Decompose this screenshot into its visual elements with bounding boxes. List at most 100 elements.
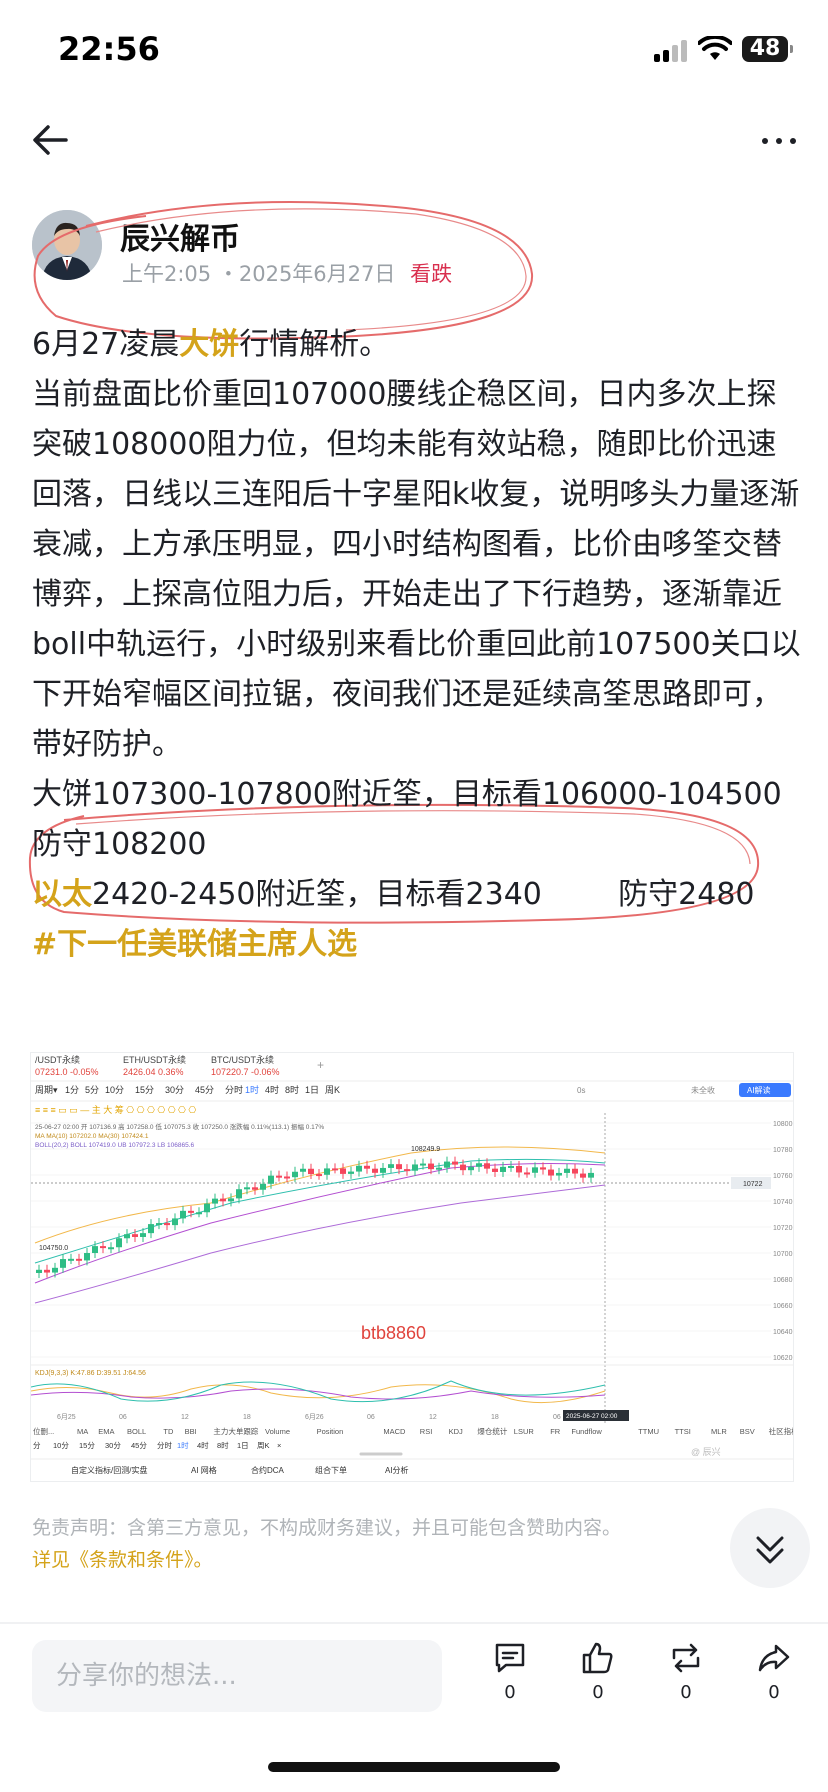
scroll-down-button[interactable]: [730, 1508, 810, 1588]
candle: [236, 1189, 242, 1199]
indicator-9: MACD: [383, 1427, 406, 1436]
price-tick-0: 10800: [773, 1121, 793, 1128]
high-price-label: 108249.9: [411, 1146, 440, 1153]
candle: [132, 1234, 138, 1237]
candle: [76, 1258, 82, 1261]
bottom-timeframe-10: 周K: [257, 1441, 270, 1450]
date-label-2: 12: [181, 1414, 189, 1421]
price-tick-9: 10620: [773, 1355, 793, 1362]
indicator-16: TTMU: [638, 1427, 659, 1436]
date-label-8: 06: [553, 1414, 561, 1421]
svg-text:≡ ≡ ≡ ▭ ▭ — 主 大 筹 ⎔ ⎔ ⎔ ⎔ ⎔ ⎔: ≡ ≡ ≡ ▭ ▭ — 主 大 筹 ⎔ ⎔ ⎔ ⎔ ⎔ ⎔ ⎔: [35, 1104, 196, 1115]
more-options-icon[interactable]: [760, 126, 800, 156]
comment-count: 0: [504, 1682, 516, 1703]
avatar-image: [32, 210, 102, 280]
timeframe-1: 1分: [65, 1085, 79, 1095]
candle: [516, 1165, 522, 1173]
date-label-6: 12: [429, 1414, 437, 1421]
indicator-10: RSI: [420, 1427, 433, 1436]
indicator-11: KDJ: [449, 1427, 463, 1436]
candle: [468, 1166, 474, 1171]
status-bar: 22:56 48: [0, 0, 828, 100]
indicator-13: LSUR: [514, 1427, 535, 1436]
date-label-1: 06: [119, 1414, 127, 1421]
candle: [324, 1168, 330, 1175]
candle: [252, 1187, 258, 1190]
candle: [188, 1210, 194, 1213]
home-indicator: [268, 1762, 560, 1772]
divider: [0, 1622, 828, 1624]
candle: [364, 1165, 370, 1169]
disclaimer-text: 免责声明：含第三方意见，不构成财务建议，并且可能包含赞助内容。: [32, 1517, 622, 1539]
bottom-timeframe-0: 分: [33, 1441, 41, 1450]
candle: [308, 1168, 314, 1175]
candle: [244, 1187, 250, 1190]
chart-tab-3-price: 107220.7 -0.06%: [211, 1067, 280, 1077]
price-tick-8: 10640: [773, 1329, 793, 1336]
author-name[interactable]: 辰兴解币: [120, 214, 240, 258]
battery-icon: 48: [742, 36, 793, 62]
indicator-14: FR: [550, 1427, 561, 1436]
timeframe-3: 10分: [105, 1085, 124, 1095]
price-tick-3: 10740: [773, 1199, 793, 1206]
clock: 22:56: [58, 30, 160, 68]
timeframe-6: 45分: [195, 1085, 214, 1095]
indicator-18: MLR: [711, 1427, 727, 1436]
candle: [156, 1223, 162, 1226]
candle: [484, 1163, 490, 1169]
like-button[interactable]: 0: [568, 1640, 628, 1720]
candle: [372, 1168, 378, 1173]
candle: [36, 1269, 42, 1273]
candle: [68, 1258, 74, 1261]
candle: [300, 1168, 306, 1172]
comment-input[interactable]: 分享你的想法...: [32, 1640, 442, 1712]
timeframe-7: 分时: [225, 1084, 243, 1095]
bottom-timeframe-5: 分时: [157, 1440, 172, 1450]
back-arrow-icon[interactable]: [30, 122, 70, 158]
avatar[interactable]: [32, 210, 102, 280]
like-count: 0: [592, 1682, 604, 1703]
repost-count: 0: [680, 1682, 692, 1703]
timeframe-12: 周K: [325, 1085, 340, 1095]
timeframe-9: 4时: [265, 1084, 279, 1095]
candle: [316, 1174, 322, 1177]
price-tick-4: 10720: [773, 1225, 793, 1232]
candle: [436, 1167, 442, 1170]
candle: [140, 1233, 146, 1237]
candle: [228, 1198, 234, 1202]
btc-tag-link[interactable]: 大饼: [179, 327, 239, 362]
bottom-timeframe-11: ×: [277, 1441, 281, 1450]
indicator-8: Position: [317, 1427, 344, 1436]
ai-interpret-button: AI解读: [747, 1085, 771, 1095]
eth-tag-link[interactable]: 以太: [32, 877, 92, 912]
price-tick-7: 10660: [773, 1303, 793, 1310]
candle: [580, 1173, 586, 1178]
bottom-timeframe-8: 8时: [217, 1440, 229, 1450]
date-label-7: 18: [491, 1414, 499, 1421]
date-label-0: 6月25: [57, 1413, 76, 1421]
chart-image[interactable]: /USDT永续 07231.0 -0.05% ETH/USDT永续 2426.0…: [30, 1052, 794, 1482]
bearish-tag[interactable]: 看跌: [410, 262, 452, 286]
eth-trade-plan: 2420-2450附近筌，目标看2340 防守2480: [92, 877, 755, 912]
author-header: 辰兴解币 上午2:05 ・2025年6月27日 看跌: [32, 210, 732, 290]
price-tick-2: 10760: [773, 1173, 793, 1180]
candle: [428, 1163, 434, 1170]
candle: [52, 1267, 58, 1273]
hashtag-link[interactable]: #下一任美联储主席人选: [32, 927, 357, 962]
terms-link[interactable]: 详见《条款和条件》。: [32, 1544, 732, 1576]
bottom-timeframe-2: 15分: [79, 1441, 95, 1450]
wifi-icon: [698, 36, 732, 60]
timeframe-4: 15分: [135, 1085, 154, 1095]
kline-chart: /USDT永续 07231.0 -0.05% ETH/USDT永续 2426.0…: [31, 1053, 793, 1481]
bottom-timeframe-1: 10分: [53, 1441, 69, 1450]
repost-icon: [672, 1643, 700, 1673]
candle: [196, 1212, 202, 1215]
chart-corner-watermark: @ 辰兴: [691, 1447, 721, 1457]
comment-button[interactable]: 0: [480, 1640, 540, 1720]
candle: [268, 1175, 274, 1184]
repost-button[interactable]: 0: [656, 1640, 716, 1720]
share-button[interactable]: 0: [744, 1640, 804, 1720]
candle: [564, 1168, 570, 1173]
post-title-prefix: 6月27凌晨: [32, 327, 180, 362]
candle: [212, 1198, 218, 1204]
